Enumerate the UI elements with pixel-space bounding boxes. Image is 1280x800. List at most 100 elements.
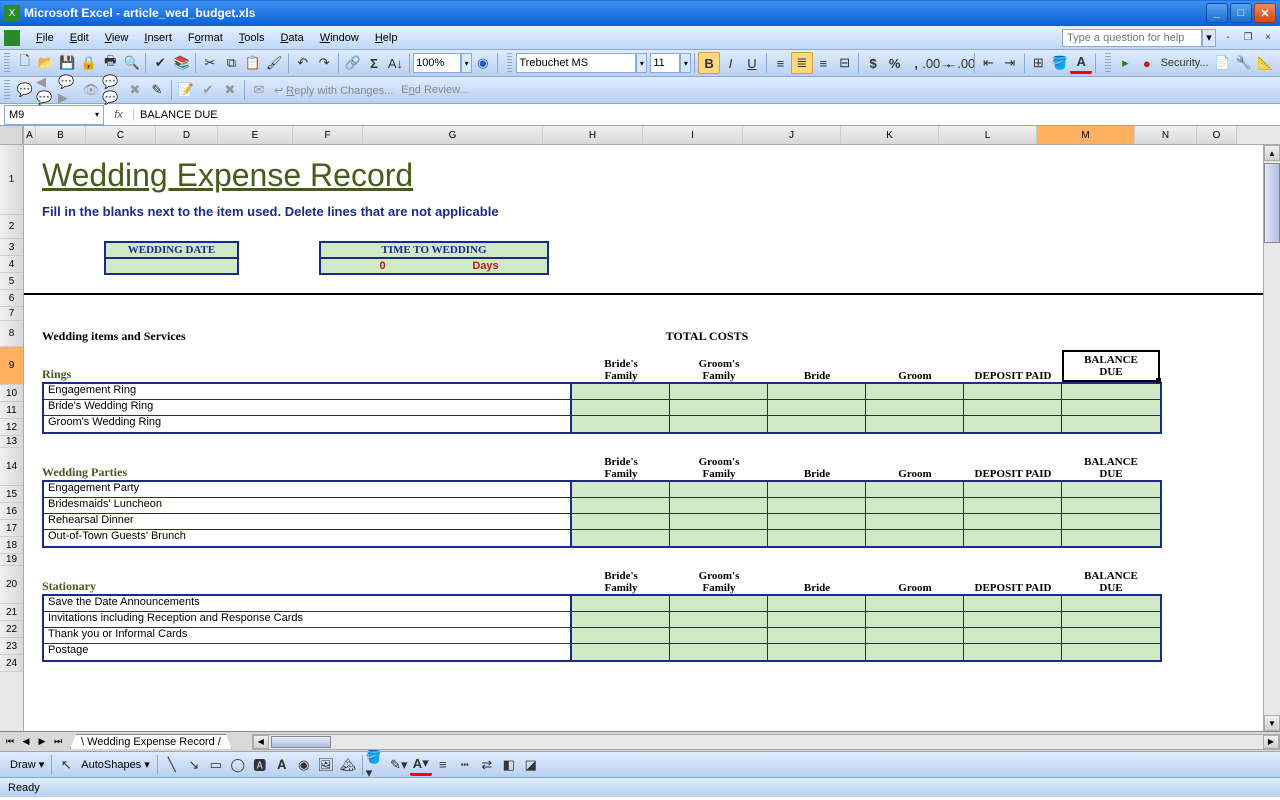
- format-painter-icon[interactable]: 🖌: [264, 52, 285, 74]
- data-cell[interactable]: [670, 628, 768, 643]
- column-header-E[interactable]: E: [218, 126, 293, 144]
- italic-icon[interactable]: I: [720, 52, 741, 74]
- data-cell[interactable]: [768, 612, 866, 627]
- reject-change-icon[interactable]: ✖: [219, 79, 241, 101]
- row-header-7[interactable]: 7: [0, 307, 23, 321]
- toolbar-grip-4[interactable]: [4, 80, 10, 100]
- show-all-comments-icon[interactable]: 💬💬: [102, 79, 124, 101]
- data-cell[interactable]: [768, 482, 866, 497]
- data-cell[interactable]: [964, 498, 1062, 513]
- accept-change-icon[interactable]: ✔: [197, 79, 219, 101]
- column-header-G[interactable]: G: [363, 126, 543, 144]
- draw-menu[interactable]: Draw ▾: [6, 758, 48, 771]
- data-cell[interactable]: [866, 482, 964, 497]
- data-cell[interactable]: [866, 644, 964, 660]
- reply-changes-button[interactable]: ↩ Reply with Changes...: [270, 84, 397, 97]
- zoom-dropdown-icon[interactable]: ▾: [461, 53, 472, 73]
- column-header-D[interactable]: D: [156, 126, 218, 144]
- scroll-right-icon[interactable]: ▶: [1263, 735, 1279, 749]
- data-cell[interactable]: [964, 514, 1062, 529]
- menu-window[interactable]: Window: [312, 30, 367, 46]
- data-cell[interactable]: [768, 514, 866, 529]
- data-cell[interactable]: [670, 416, 768, 432]
- scroll-up-icon[interactable]: ▲: [1264, 145, 1280, 161]
- fx-button[interactable]: fx: [104, 109, 134, 121]
- align-center-icon[interactable]: ≣: [791, 52, 812, 74]
- select-objects-icon[interactable]: ↖: [55, 754, 77, 776]
- data-cell[interactable]: [670, 530, 768, 546]
- menu-data[interactable]: Data: [272, 30, 311, 46]
- track-changes-icon[interactable]: 📝: [175, 79, 197, 101]
- align-left-icon[interactable]: ≡: [770, 52, 791, 74]
- 3d-icon[interactable]: ◪: [520, 754, 542, 776]
- data-cell[interactable]: [1062, 644, 1160, 660]
- arrow-icon[interactable]: ↘: [183, 754, 205, 776]
- sheet-content[interactable]: Wedding Expense Record Fill in the blank…: [24, 145, 1280, 670]
- data-cell[interactable]: [670, 384, 768, 399]
- sheet-tab-active[interactable]: \ Wedding Expense Record /: [70, 734, 232, 749]
- horizontal-scrollbar[interactable]: ◀ ▶: [252, 734, 1280, 750]
- font-size-dropdown-icon[interactable]: ▾: [680, 53, 691, 73]
- menu-help[interactable]: Help: [367, 30, 406, 46]
- data-cell[interactable]: [866, 612, 964, 627]
- data-cell[interactable]: [866, 530, 964, 546]
- save-icon[interactable]: 💾: [57, 52, 78, 74]
- wordart-icon[interactable]: 𝐀: [271, 754, 293, 776]
- data-cell[interactable]: [1062, 514, 1160, 529]
- new-comment-icon[interactable]: 💬: [14, 79, 36, 101]
- select-all-corner[interactable]: [0, 126, 23, 145]
- column-header-M[interactable]: M: [1037, 126, 1135, 144]
- menu-tools[interactable]: Tools: [231, 30, 273, 46]
- rectangle-icon[interactable]: ▭: [205, 754, 227, 776]
- menu-edit[interactable]: Edit: [62, 30, 97, 46]
- borders-icon[interactable]: ⊞: [1028, 52, 1049, 74]
- data-cell[interactable]: [670, 514, 768, 529]
- currency-icon[interactable]: $: [862, 52, 883, 74]
- data-cell[interactable]: [1062, 482, 1160, 497]
- data-cell[interactable]: [572, 596, 670, 611]
- autoshapes-menu[interactable]: AutoShapes ▾: [77, 758, 154, 771]
- row-header-5[interactable]: 5: [0, 273, 23, 290]
- security-button[interactable]: Security...: [1158, 57, 1212, 69]
- data-cell[interactable]: [1062, 384, 1160, 399]
- design-mode-icon[interactable]: 📐: [1255, 52, 1276, 74]
- data-cell[interactable]: [670, 596, 768, 611]
- data-cell[interactable]: [964, 530, 1062, 546]
- prev-comment-icon[interactable]: ◀💬: [36, 79, 58, 101]
- data-cell[interactable]: [670, 644, 768, 660]
- minimize-button[interactable]: _: [1206, 3, 1228, 23]
- shadow-icon[interactable]: ◧: [498, 754, 520, 776]
- data-cell[interactable]: [964, 482, 1062, 497]
- undo-icon[interactable]: ↶: [292, 52, 313, 74]
- data-cell[interactable]: [1062, 530, 1160, 546]
- data-cell[interactable]: [572, 482, 670, 497]
- formula-input[interactable]: BALANCE DUE: [134, 109, 1280, 121]
- row-header-21[interactable]: 21: [0, 604, 23, 621]
- menu-format[interactable]: Format: [180, 30, 231, 46]
- column-header-F[interactable]: F: [293, 126, 363, 144]
- clipart-icon[interactable]: 🖼: [315, 754, 337, 776]
- vscroll-thumb[interactable]: [1264, 163, 1280, 243]
- column-header-N[interactable]: N: [1135, 126, 1197, 144]
- tab-next-icon[interactable]: ▶: [34, 734, 50, 750]
- fill-color-draw-icon[interactable]: 🪣▾: [366, 754, 388, 776]
- merge-center-icon[interactable]: ⊟: [834, 52, 855, 74]
- data-cell[interactable]: [768, 596, 866, 611]
- row-header-20[interactable]: 20: [0, 566, 23, 604]
- data-cell[interactable]: [964, 384, 1062, 399]
- doc-minimize-button[interactable]: -: [1220, 31, 1236, 45]
- sort-asc-icon[interactable]: A↓: [385, 52, 406, 74]
- open-icon[interactable]: 📂: [35, 52, 56, 74]
- decrease-indent-icon[interactable]: ⇤: [978, 52, 999, 74]
- percent-icon[interactable]: %: [884, 52, 905, 74]
- help-search-dropdown[interactable]: ▾: [1202, 29, 1216, 47]
- data-cell[interactable]: [1062, 612, 1160, 627]
- toolbar-grip-3[interactable]: [1105, 53, 1111, 73]
- redo-icon[interactable]: ↷: [313, 52, 334, 74]
- cut-icon[interactable]: ✂: [199, 52, 220, 74]
- data-cell[interactable]: [866, 628, 964, 643]
- doc-close-button[interactable]: ×: [1260, 31, 1276, 45]
- column-header-C[interactable]: C: [86, 126, 156, 144]
- print-preview-icon[interactable]: 🔍: [121, 52, 142, 74]
- row-header-18[interactable]: 18: [0, 537, 23, 554]
